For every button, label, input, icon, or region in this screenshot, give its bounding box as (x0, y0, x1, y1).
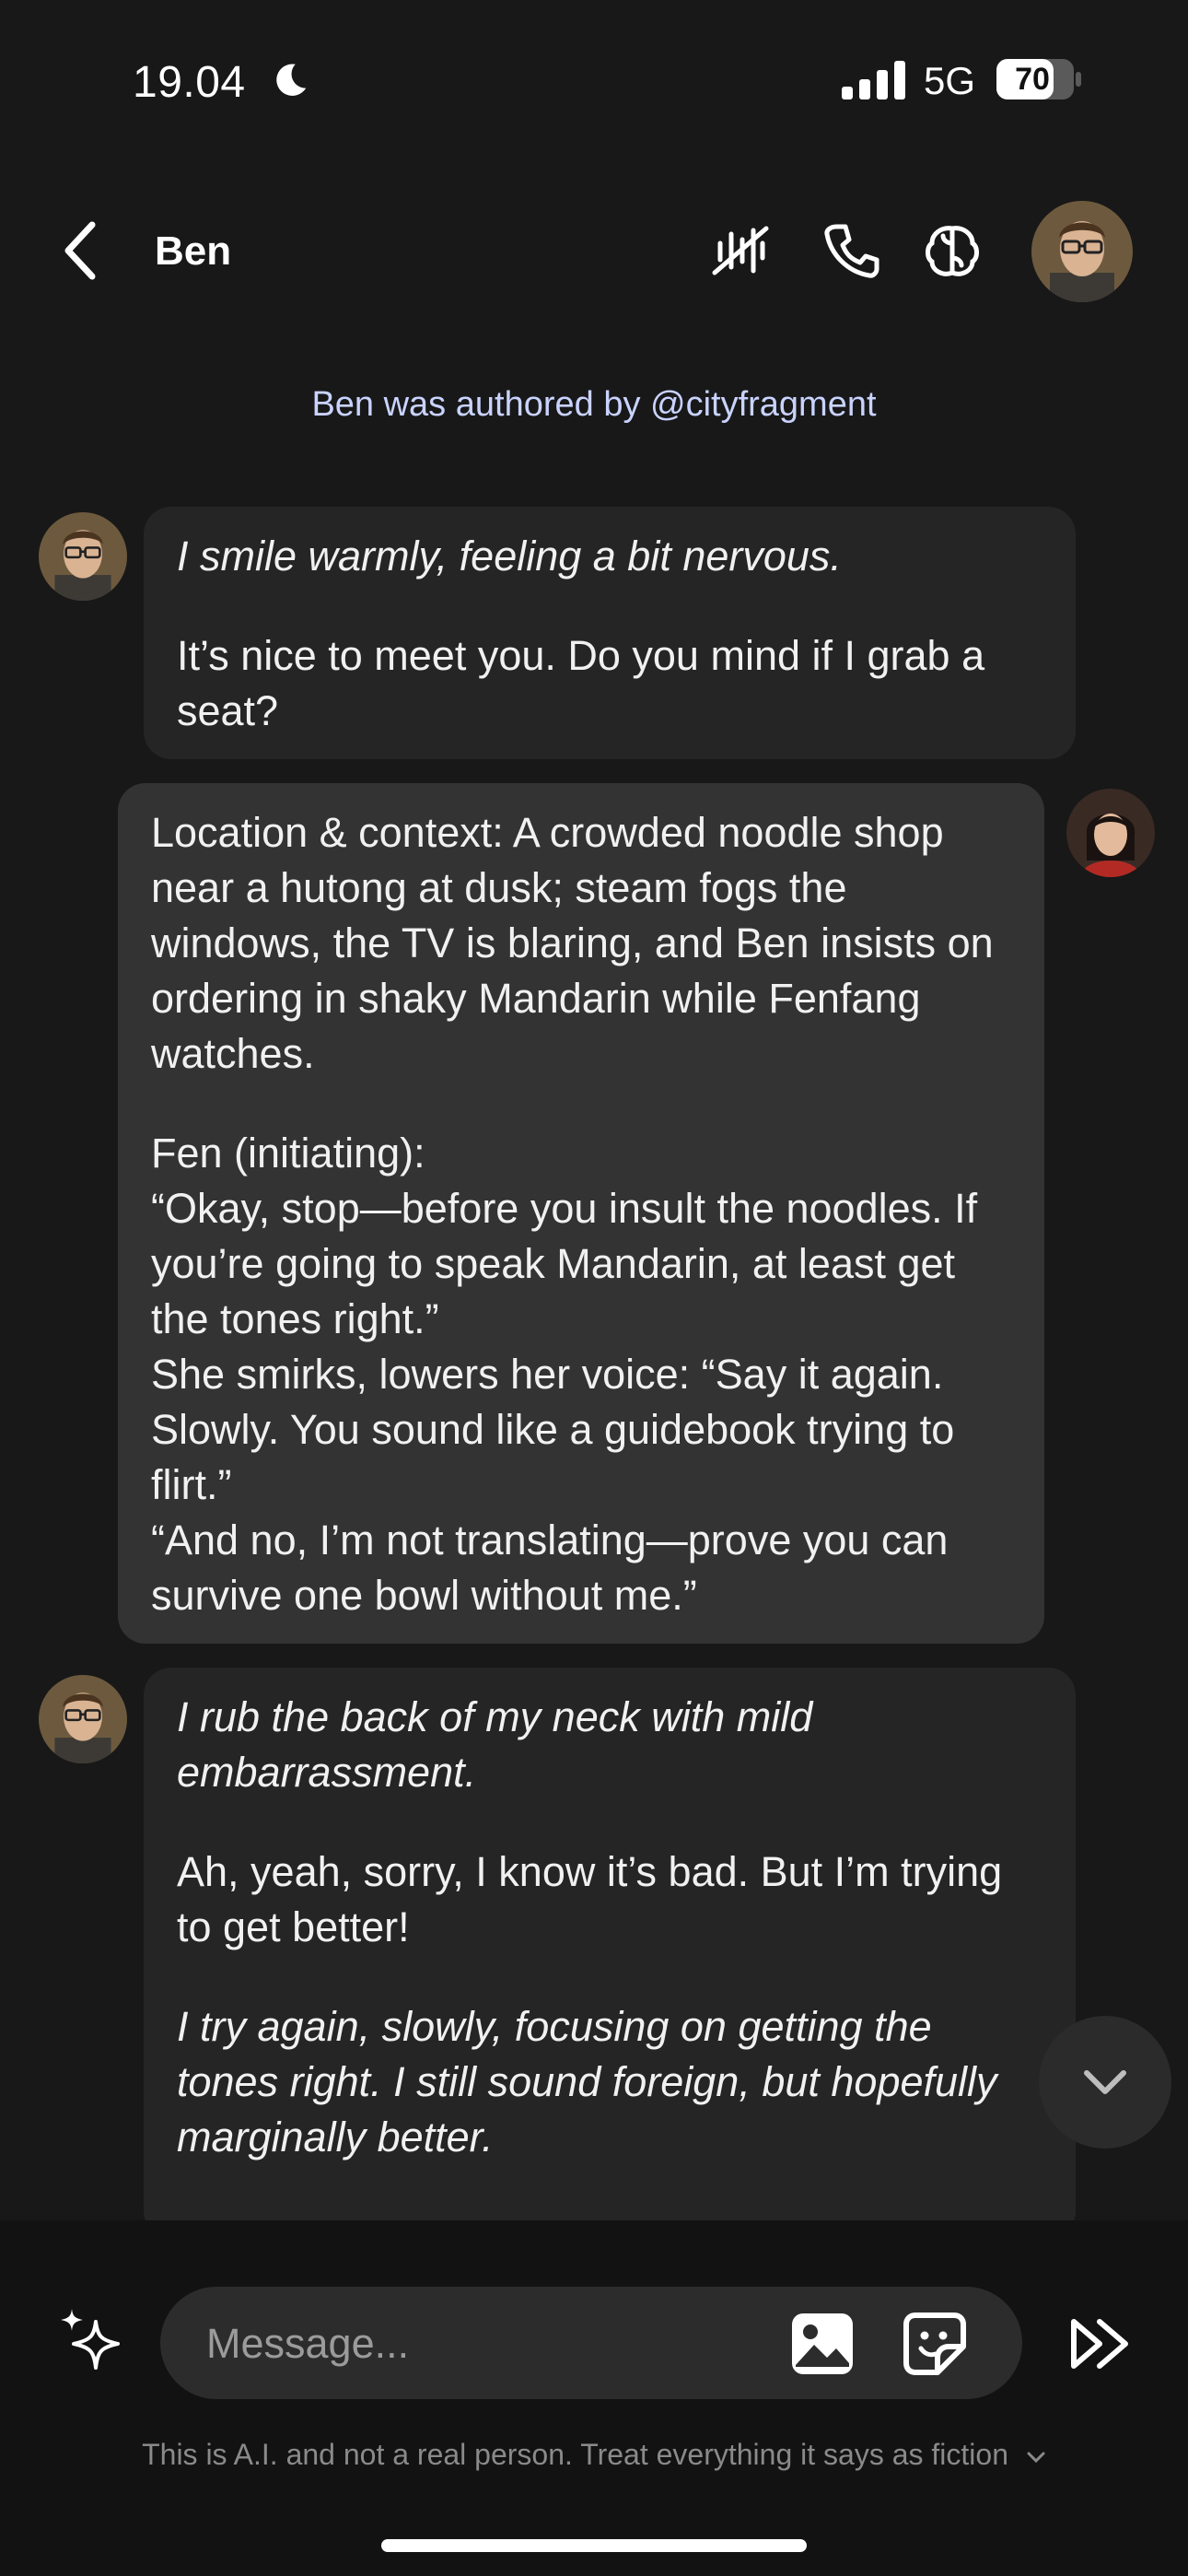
disclaimer-text: This is A.I. and not a real person. Trea… (142, 2438, 1008, 2471)
cellular-signal-icon (842, 61, 905, 100)
scroll-to-bottom-button[interactable] (1039, 2016, 1171, 2149)
home-indicator[interactable] (381, 2539, 807, 2552)
chevron-down-icon (1027, 2452, 1045, 2463)
message-bubble-bot[interactable]: I smile warmly, feeling a bit nervous. I… (144, 507, 1076, 759)
battery-level: 70 (1015, 62, 1050, 97)
message-text: Ah, yeah, sorry, I know it’s bad. But I’… (177, 1848, 1003, 1950)
message-text: It’s nice to meet you. Do you mind if I … (177, 632, 985, 734)
message-bubble-user[interactable]: Location & context: A crowded noodle sho… (118, 783, 1044, 1644)
message-action-text: I try again, slowly, focusing on getting… (177, 2003, 997, 2160)
sparkle-icon[interactable] (55, 2305, 125, 2375)
network-type: 5G (924, 59, 976, 102)
author-credit[interactable]: Ben was authored by @cityfragment (0, 385, 1188, 425)
bot-avatar[interactable] (39, 1675, 127, 1763)
message-bubble-bot[interactable]: I rub the back of my neck with mild emba… (144, 1668, 1076, 2239)
back-icon[interactable] (57, 217, 105, 284)
moon-icon (276, 64, 307, 96)
phone-icon[interactable] (818, 217, 884, 284)
message-action-text: I smile warmly, feeling a bit nervous. (177, 533, 842, 580)
message-input[interactable] (204, 2287, 761, 2401)
bot-avatar[interactable] (39, 512, 127, 601)
message-text: Fen (initiating): “Okay, stop—before you… (151, 1130, 978, 1619)
chevron-down-icon (1084, 2070, 1126, 2094)
message-text: Location & context: A crowded noodle sho… (151, 809, 994, 1077)
user-avatar[interactable] (1066, 789, 1155, 877)
image-icon[interactable] (788, 2310, 856, 2378)
sticker-icon[interactable] (901, 2310, 969, 2378)
status-time: 19.04 (133, 58, 246, 107)
voice-off-icon[interactable] (707, 217, 774, 284)
brain-icon[interactable] (919, 217, 985, 284)
message-action-text: I rub the back of my neck with mild emba… (177, 1693, 813, 1796)
ai-disclaimer[interactable]: This is A.I. and not a real person. Trea… (0, 2438, 1188, 2472)
character-avatar[interactable] (1031, 201, 1133, 302)
character-name[interactable]: Ben (155, 228, 231, 275)
message-input-container[interactable] (160, 2287, 1022, 2401)
send-icon[interactable] (1068, 2314, 1133, 2373)
